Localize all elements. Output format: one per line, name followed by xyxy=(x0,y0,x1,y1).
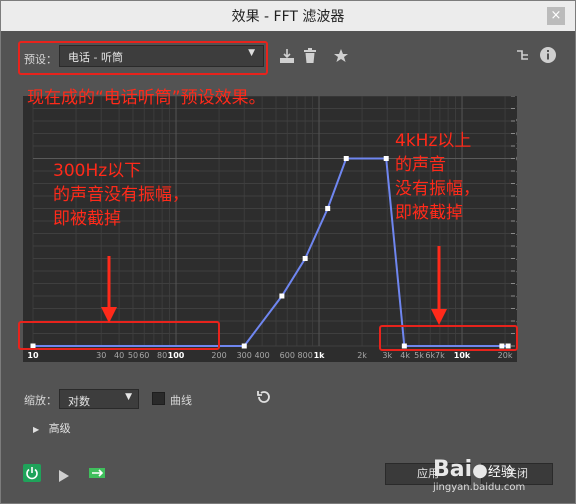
y-tick-label: -36 xyxy=(516,267,517,276)
y-tick-label: -42 xyxy=(516,280,517,289)
control-point xyxy=(401,343,407,349)
star-icon[interactable] xyxy=(333,48,349,68)
x-tick-label: 600 xyxy=(280,351,295,360)
x-tick-label: 20k xyxy=(498,351,513,360)
x-tick-label: 200 xyxy=(211,351,226,360)
frequency-graph[interactable]: 15129630-3-6-9-12-15-18-24-30-36-42-48-5… xyxy=(23,96,517,362)
watermark-brand-suffix: 经验 xyxy=(487,465,514,480)
y-tick-label: -15 xyxy=(516,217,517,226)
advanced-label: 高级 xyxy=(48,422,71,435)
x-tick-label: 5k xyxy=(414,351,424,360)
x-tick-label: 10k xyxy=(454,351,471,360)
control-point xyxy=(383,156,389,161)
x-tick-label: 30 xyxy=(96,351,106,360)
reset-icon[interactable] xyxy=(256,389,272,408)
y-tick-label: -9 xyxy=(516,192,517,201)
y-tick-label: 9 xyxy=(516,117,517,126)
x-tick-label: 10 xyxy=(27,351,39,360)
x-tick-label: 80 xyxy=(157,351,167,360)
power-icon[interactable] xyxy=(23,464,41,482)
y-tick-label: -54 xyxy=(516,305,517,314)
x-tick-label: 40 xyxy=(114,351,124,360)
chevron-down-icon: ▼ xyxy=(248,48,255,58)
curve-label: 曲线 xyxy=(170,394,192,407)
play-icon[interactable] xyxy=(58,467,70,486)
x-tick-label: 400 xyxy=(254,351,269,360)
x-tick-label: 7k xyxy=(435,351,445,360)
baidu-watermark: Bai●经验 jingyan.baidu.com xyxy=(433,457,525,493)
routing-icon[interactable] xyxy=(516,48,530,66)
x-tick-label: 300 xyxy=(237,351,252,360)
control-point xyxy=(279,293,285,299)
preset-toolbar: 预设： 电话 - 听筒 ▼ xyxy=(1,31,575,87)
x-tick-label: 3k xyxy=(382,351,392,360)
options-row: 缩放： 对数 ▼ 曲线 xyxy=(1,389,575,411)
paw-icon: ● xyxy=(472,460,488,481)
window-close-button[interactable]: × xyxy=(547,7,565,25)
zoom-dropdown[interactable]: 对数 ▼ xyxy=(59,389,139,409)
x-tick-label: 2k xyxy=(357,351,367,360)
graph-canvas[interactable]: 15129630-3-6-9-12-15-18-24-30-36-42-48-5… xyxy=(23,96,517,362)
x-tick-label: 1k xyxy=(314,351,326,360)
chevron-down-icon: ▼ xyxy=(125,392,132,402)
x-tick-label: 60 xyxy=(139,351,149,360)
control-point xyxy=(30,343,36,349)
watermark-brand: Bai xyxy=(433,457,473,482)
control-point xyxy=(325,206,331,211)
graph-background xyxy=(23,96,517,362)
y-tick-label: -12 xyxy=(516,205,517,214)
window-title: 效果 - FFT 滤波器 xyxy=(231,9,345,25)
x-tick-label: 800 xyxy=(298,351,313,360)
y-tick-label: -66 xyxy=(516,317,517,326)
curve-checkbox[interactable] xyxy=(152,392,165,405)
info-icon[interactable] xyxy=(539,46,557,68)
y-tick-label: -3 xyxy=(516,167,517,176)
preset-value: 电话 - 听筒 xyxy=(68,51,123,64)
watermark-url: jingyan.baidu.com xyxy=(433,482,526,493)
control-point xyxy=(302,256,308,261)
y-tick-label: -18 xyxy=(516,230,517,239)
y-tick-label: 0 xyxy=(516,155,517,164)
loop-icon[interactable] xyxy=(88,465,106,485)
title-bar: 效果 - FFT 滤波器 × xyxy=(1,1,575,31)
y-tick-label: 15 xyxy=(516,96,517,101)
control-point xyxy=(499,343,505,349)
x-tick-label: 4k xyxy=(400,351,410,360)
y-tick-label: -∞ xyxy=(516,342,517,351)
y-tick-label: -48 xyxy=(516,292,517,301)
y-tick-label: -6 xyxy=(516,180,517,189)
advanced-toggle[interactable]: ▶ 高级 xyxy=(33,420,71,436)
x-tick-label: 50 xyxy=(128,351,138,360)
y-tick-label: 6 xyxy=(516,130,517,139)
preset-label: 预设： xyxy=(24,53,57,66)
y-tick-label: -30 xyxy=(516,255,517,264)
fft-filter-window: 效果 - FFT 滤波器 × 预设： 电话 - 听筒 ▼ 15129630-3-… xyxy=(0,0,576,504)
zoom-value: 对数 xyxy=(68,395,90,408)
delete-icon[interactable] xyxy=(303,48,317,68)
control-point xyxy=(343,156,349,161)
control-point xyxy=(241,343,247,349)
y-tick-label: 3 xyxy=(516,142,517,151)
y-tick-label: -24 xyxy=(516,242,517,251)
chevron-right-icon: ▶ xyxy=(33,425,40,434)
zoom-label: 缩放： xyxy=(24,394,57,407)
x-tick-label: 100 xyxy=(168,351,185,360)
save-preset-icon[interactable] xyxy=(279,48,295,68)
x-tick-label: 6k xyxy=(425,351,435,360)
y-tick-label: -84 xyxy=(516,330,517,339)
y-tick-label: 12 xyxy=(516,105,517,114)
control-point xyxy=(505,343,511,349)
preset-dropdown[interactable]: 电话 - 听筒 ▼ xyxy=(59,45,264,67)
